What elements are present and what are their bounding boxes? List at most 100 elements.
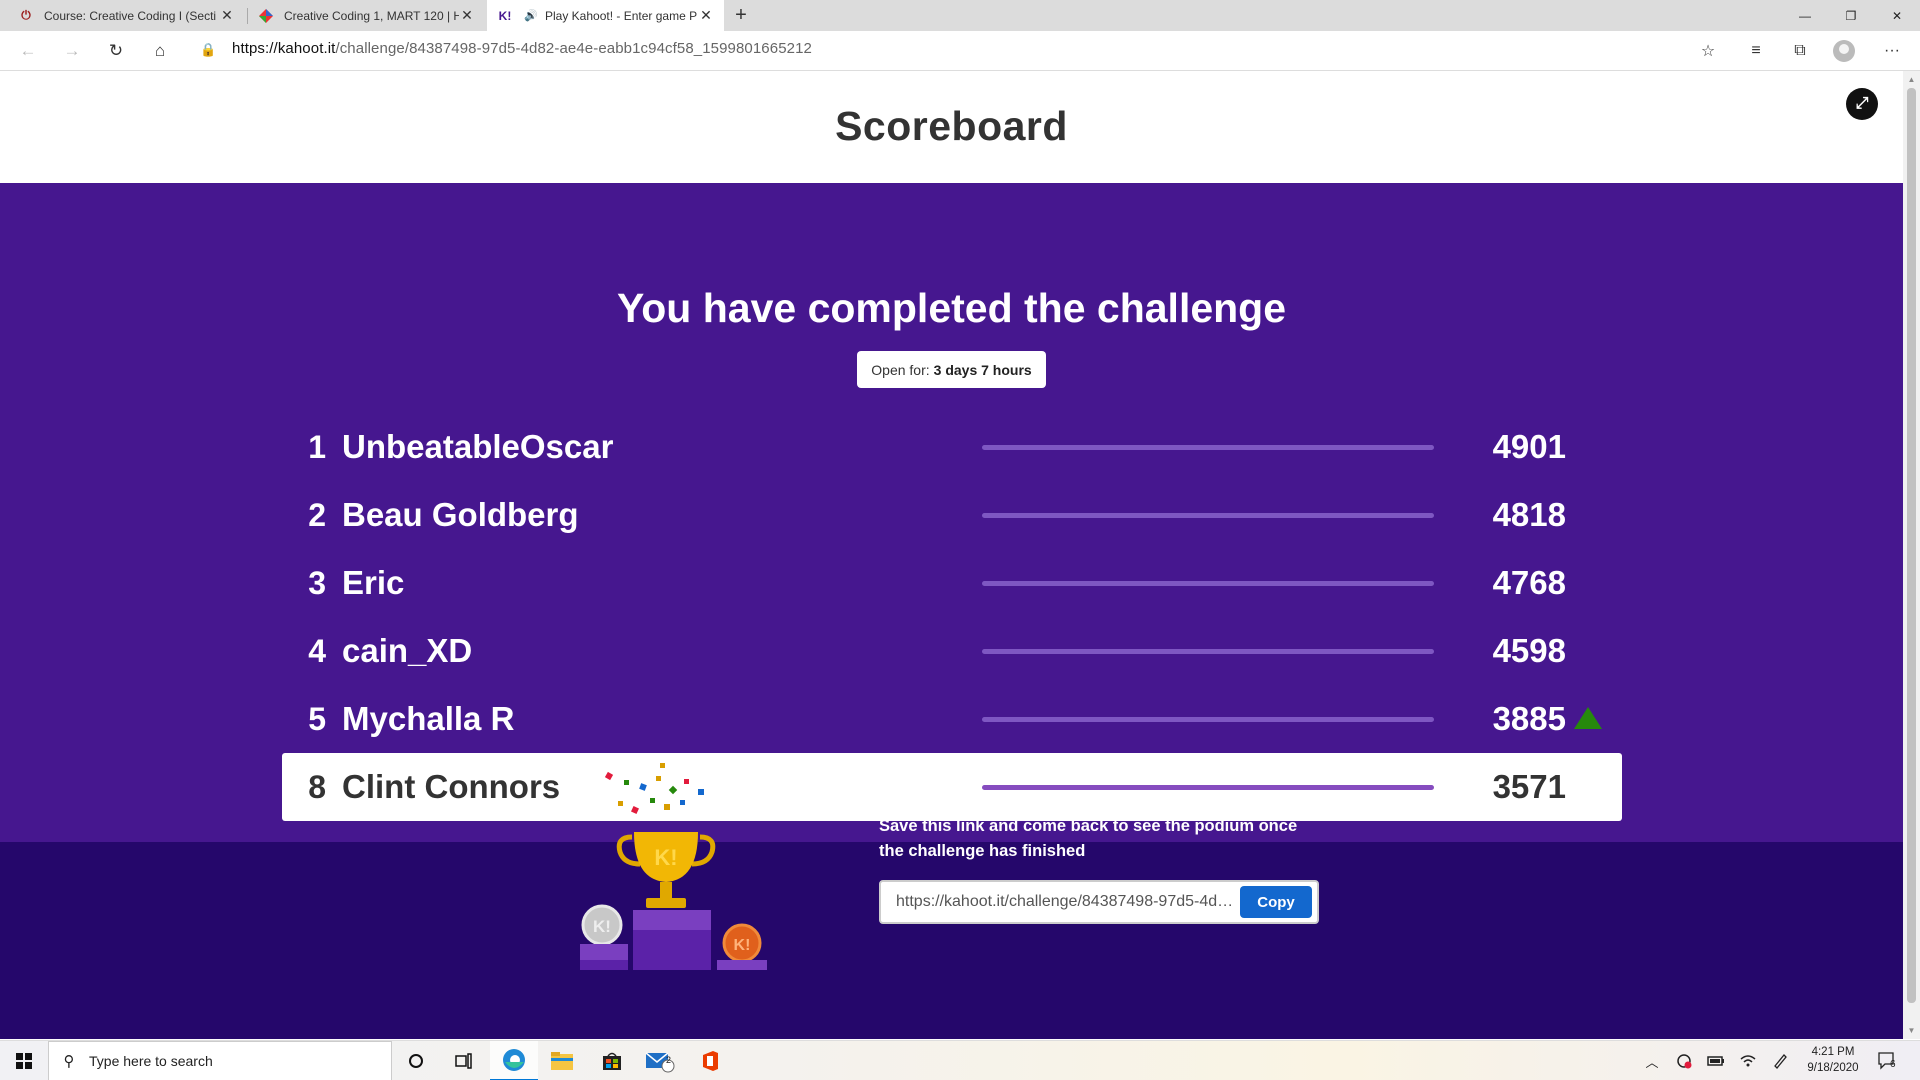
rank: 5 [308, 701, 326, 737]
leaderboard-row: 1 UnbeatableOscar 4901 [282, 413, 1622, 481]
mail-badge: 2 [666, 1055, 672, 1065]
rank: 8 [308, 769, 326, 805]
score-bar [982, 785, 1434, 790]
wifi-icon[interactable] [1734, 1041, 1762, 1080]
speaker-icon[interactable]: 🔊 [523, 8, 539, 24]
windows-taskbar: ⚲ Type here to search 2 ︿ 4:21 PM 9/18/2… [0, 1040, 1920, 1080]
lock-icon[interactable]: 🔒 [200, 42, 216, 58]
score-bar [982, 649, 1434, 654]
rank: 1 [308, 429, 326, 465]
leaderboard-row: 2 Beau Goldberg 4818 [282, 481, 1622, 549]
favorites-list-icon[interactable]: ≡ [1738, 31, 1774, 71]
fullscreen-icon[interactable]: ⤢ [1846, 88, 1878, 120]
forward-icon[interactable]: → [54, 31, 90, 71]
score: 4598 [1492, 632, 1566, 669]
svg-text:K!: K! [734, 937, 751, 954]
close-window-icon[interactable]: ✕ [1874, 0, 1920, 31]
player-name: Clint Connors [342, 768, 561, 805]
page-header: Scoreboard ⤢ [0, 71, 1903, 183]
address-bar[interactable]: https://kahoot.it/challenge/84387498-97d… [232, 40, 812, 57]
completed-heading: You have completed the challenge [616, 285, 1287, 331]
collections-icon[interactable]: ⧉ [1782, 31, 1818, 71]
open-for-badge: Open for: 3 days 7 hours [857, 351, 1046, 388]
back-icon[interactable]: ← [10, 31, 46, 71]
task-view-icon[interactable] [440, 1041, 488, 1080]
tab-creative-coding-mart120[interactable]: Creative Coding 1, MART 120 | H ✕ [248, 0, 485, 31]
page-title: Scoreboard [835, 103, 1068, 149]
more-menu-icon[interactable]: ··· [1874, 31, 1910, 71]
url-host: https://kahoot.it [232, 40, 336, 57]
diamond-logo-icon [258, 8, 274, 24]
scoreboard-panel: You have completed the challenge Open fo… [0, 183, 1903, 842]
taskbar-search-input[interactable]: ⚲ Type here to search [48, 1041, 392, 1080]
score: 3885 [1492, 700, 1566, 737]
svg-text:K!: K! [654, 845, 677, 870]
player-name: UnbeatableOscar [342, 428, 614, 465]
close-icon[interactable]: ✕ [219, 7, 235, 24]
clock-time: 4:21 PM [1811, 1046, 1855, 1058]
scroll-up-icon[interactable]: ▲ [1903, 71, 1920, 88]
url-path: /challenge/84387498-97d5-4d82-ae4e-eabb1… [335, 40, 812, 57]
minimize-icon[interactable]: — [1782, 0, 1828, 31]
show-hidden-icons-icon[interactable]: ︿ [1640, 1041, 1664, 1080]
player-name: cain_XD [342, 632, 473, 669]
podium-footer [0, 842, 1903, 1039]
tab-title: Course: Creative Coding I (Secti [44, 8, 217, 23]
tab-play-kahoot[interactable]: K! 🔊 Play Kahoot! - Enter game P ✕ [487, 0, 724, 31]
power-icon: ⏻ [21, 8, 31, 22]
score-bar [982, 445, 1434, 450]
leaderboard-row: 5 Mychalla R 3885 [282, 685, 1622, 753]
current-player-row: 8 Clint Connors 3571 [282, 753, 1622, 821]
mail-icon[interactable]: 2 [636, 1041, 684, 1080]
score-bar [982, 717, 1434, 722]
microsoft-store-icon[interactable] [588, 1041, 636, 1080]
home-icon[interactable]: ⌂ [142, 31, 178, 71]
refresh-icon[interactable]: ↻ [98, 31, 134, 71]
player-name: Eric [342, 564, 405, 601]
trophy-podium-illustration: K! K! K! [580, 763, 767, 970]
rank: 4 [308, 633, 326, 669]
file-explorer-icon[interactable] [538, 1041, 586, 1080]
open-for-label: Open for: [871, 361, 930, 378]
favorite-star-icon[interactable]: ☆ [1690, 31, 1726, 71]
score: 3571 [1492, 768, 1566, 805]
notification-badge: 6 [1890, 1059, 1896, 1070]
close-icon[interactable]: ✕ [459, 7, 475, 24]
scroll-down-icon[interactable]: ▼ [1903, 1022, 1920, 1039]
action-center-icon[interactable]: 6 [1868, 1041, 1908, 1080]
score: 4901 [1492, 428, 1566, 465]
leaderboard-row: 4 cain_XD 4598 [282, 617, 1622, 685]
page-scrollbar[interactable]: ▲ ▼ [1903, 71, 1920, 1039]
svg-text:K!: K! [593, 917, 611, 936]
tab-course-creative-coding[interactable]: ⏻ Course: Creative Coding I (Secti ✕ [8, 0, 245, 31]
profile-icon[interactable] [1826, 31, 1862, 71]
search-icon: ⚲ [63, 1053, 75, 1070]
copy-button[interactable]: Copy [1240, 886, 1312, 918]
challenge-link-text[interactable]: https://kahoot.it/challenge/84387498-97d… [896, 882, 1236, 922]
tab-title: Play Kahoot! - Enter game P [545, 8, 698, 23]
cortana-icon[interactable] [392, 1041, 440, 1080]
leaderboard-row: 3 Eric 4768 [282, 549, 1622, 617]
security-icon[interactable] [1670, 1041, 1698, 1080]
avatar [1833, 40, 1855, 62]
close-icon[interactable]: ✕ [698, 7, 714, 24]
tab-title: Creative Coding 1, MART 120 | H [284, 8, 459, 23]
office-icon[interactable] [686, 1041, 734, 1080]
pen-workspace-icon[interactable] [1766, 1041, 1794, 1080]
open-for-value: 3 days 7 hours [933, 361, 1032, 378]
kahoot-logo-icon: K! [498, 8, 512, 23]
restore-icon[interactable]: ❐ [1828, 0, 1874, 31]
edge-browser-icon[interactable] [490, 1041, 538, 1080]
challenge-link-field[interactable]: https://kahoot.it/challenge/84387498-97d… [879, 880, 1319, 924]
save-link-message: Save this link and come back to see the … [879, 817, 1298, 860]
browser-tab-strip: ⏻ Course: Creative Coding I (Secti ✕ Cre… [0, 0, 1920, 31]
taskbar-clock[interactable]: 4:21 PM 9/18/2020 [1800, 1044, 1866, 1076]
windows-start-icon[interactable] [0, 1041, 48, 1080]
score: 4768 [1492, 564, 1566, 601]
player-name: Mychalla R [342, 700, 515, 737]
scrollbar-thumb[interactable] [1907, 88, 1916, 1003]
rank-up-arrow-icon [1574, 707, 1602, 729]
score-bar [982, 513, 1434, 518]
new-tab-button[interactable]: + [727, 0, 755, 31]
battery-icon[interactable] [1702, 1041, 1730, 1080]
